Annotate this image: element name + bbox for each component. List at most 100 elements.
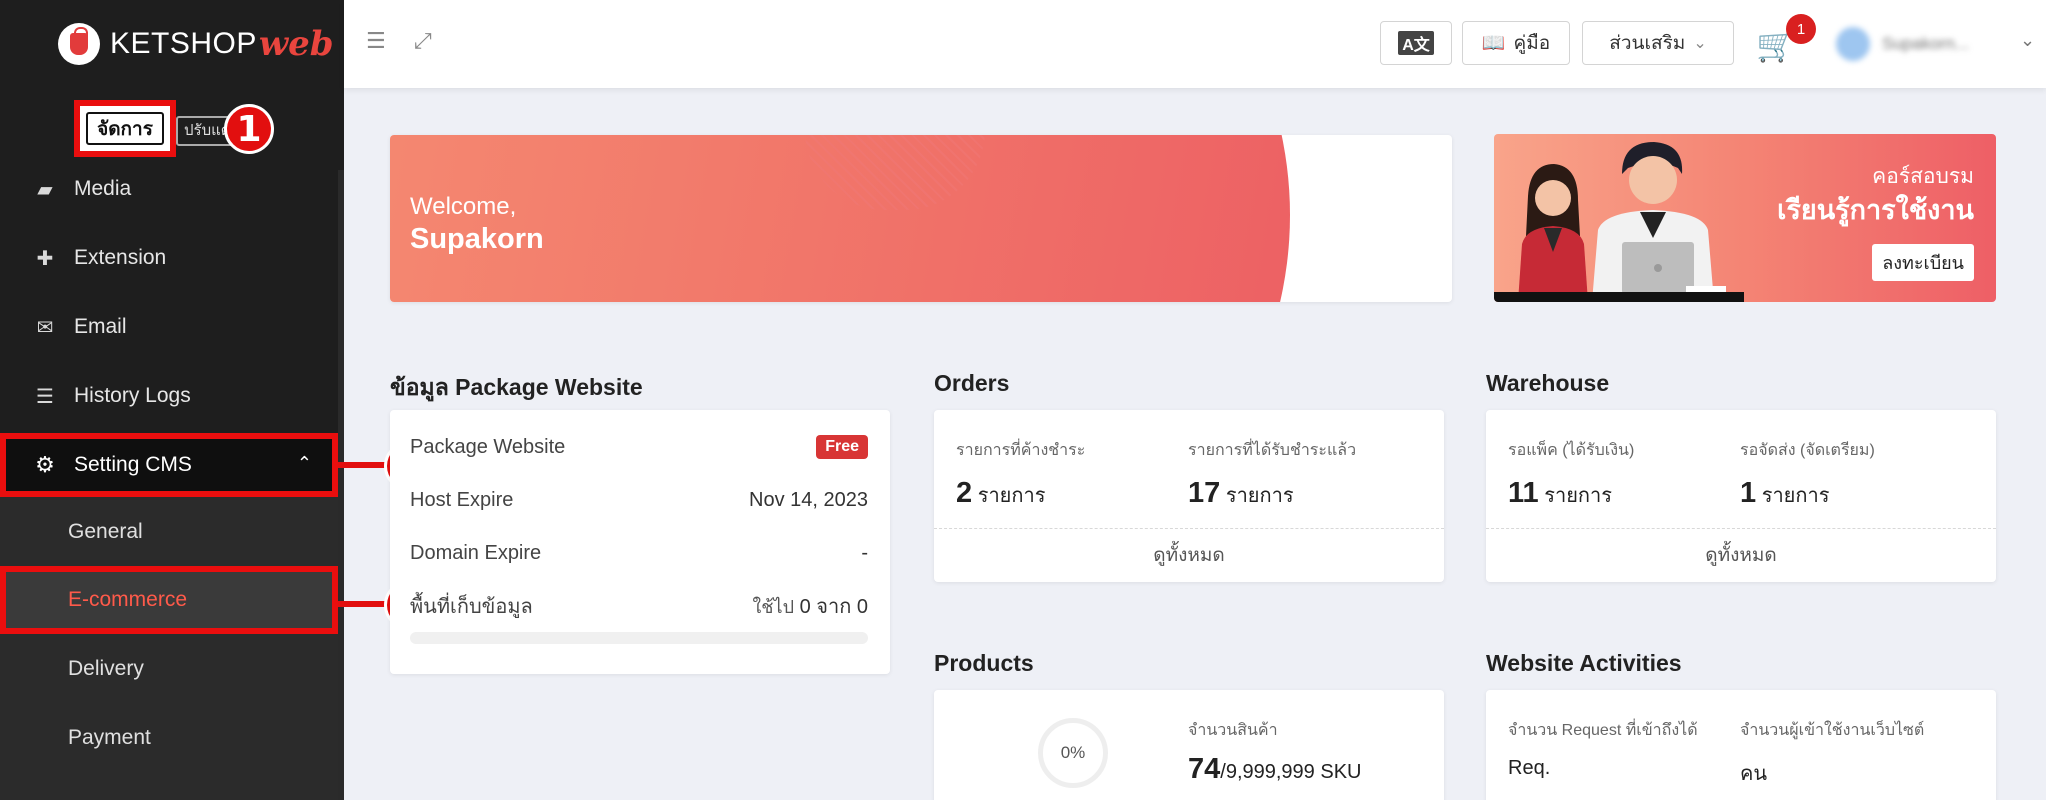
- welcome-banner: Welcome, Supakorn: [390, 135, 1452, 302]
- products-count-total: /9,999,999 SKU: [1220, 761, 1362, 783]
- sidebar-item-media[interactable]: ▰ Media: [0, 155, 344, 223]
- desk-base: [1494, 292, 1744, 302]
- storage-used: 0: [799, 596, 811, 618]
- host-expire-value: Nov 14, 2023: [749, 488, 868, 511]
- package-card: Package Website Free Host Expire Nov 14,…: [390, 410, 890, 674]
- products-usage-ring: 0%: [1038, 718, 1108, 788]
- warehouse-ship-unit: รายการ: [1761, 485, 1830, 507]
- orders-paid-value: 17 รายการ: [1188, 477, 1408, 511]
- register-button[interactable]: ลงทะเบียน: [1872, 244, 1974, 281]
- warehouse-ship-label: รอจัดส่ง (จัดเตรียม): [1740, 442, 1875, 459]
- storage-progress-bar: [410, 632, 868, 644]
- addons-label: ส่วนเสริม: [1609, 33, 1686, 54]
- products-section-title: Products: [934, 650, 1034, 676]
- sidebar-item-label: Email: [74, 315, 127, 338]
- callout-2-line: [338, 462, 388, 468]
- sidebar-subitem-ecommerce[interactable]: E-commerce: [0, 566, 338, 634]
- sidebar-subitem-general[interactable]: General: [0, 498, 344, 566]
- sidebar-item-extension[interactable]: ✚ Extension: [0, 224, 344, 292]
- warehouse-pack-unit: รายการ: [1544, 485, 1613, 507]
- gear-icon: ⚙: [35, 452, 55, 477]
- course-banner[interactable]: คอร์สอบรม เรียนรู้การใช้งาน ลงทะเบียน: [1494, 134, 1996, 302]
- book-icon: 📖: [1481, 33, 1506, 54]
- sidebar-subitem-label: Delivery: [68, 657, 144, 680]
- sidebar-subitem-delivery[interactable]: Delivery: [0, 635, 344, 703]
- addons-dropdown[interactable]: ส่วนเสริม ⌄: [1582, 21, 1734, 65]
- orders-pending-value: 2 รายการ: [956, 477, 1176, 511]
- sidebar-item-history-logs[interactable]: ☰ History Logs: [0, 362, 344, 430]
- sidebar-scrollbar[interactable]: [338, 170, 344, 800]
- package-row: Package Website Free: [410, 432, 868, 462]
- warehouse-see-all-link[interactable]: ดูทั้งหมด: [1486, 540, 1996, 570]
- shop-bag-icon: [58, 23, 100, 65]
- warehouse-ship-value: 1 รายการ: [1740, 477, 1960, 511]
- course-title-line2: เรียนรู้การใช้งาน: [1777, 195, 1974, 225]
- chevron-up-icon: ⌃: [296, 453, 312, 473]
- domain-expire-row: Domain Expire -: [410, 538, 868, 568]
- welcome-name: Supakorn: [410, 223, 544, 255]
- host-expire-row: Host Expire Nov 14, 2023: [410, 485, 868, 515]
- orders-see-all-link[interactable]: ดูทั้งหมด: [934, 540, 1444, 570]
- user-chevron-down-icon[interactable]: ⌄: [2020, 30, 2035, 51]
- activities-request-stat: จำนวน Request ที่เข้าถึงได้ Req.: [1508, 718, 1748, 780]
- warehouse-ship-count: 1: [1740, 477, 1757, 509]
- guide-button[interactable]: 📖 คู่มือ: [1462, 21, 1570, 65]
- products-card: 0% จำนวนสินค้า 74/9,999,999 SKU: [934, 690, 1444, 800]
- warehouse-pack-label: รอแพ็ค (ได้รับเงิน): [1508, 442, 1635, 459]
- fullscreen-icon[interactable]: ⤢: [414, 28, 432, 54]
- warehouse-section-title: Warehouse: [1486, 370, 1610, 396]
- warehouse-pack-stat: รอแพ็ค (ได้รับเงิน) 11 รายการ: [1508, 438, 1728, 511]
- warehouse-pack-value: 11 รายการ: [1508, 477, 1728, 511]
- orders-pending-label: รายการที่ค้างชำระ: [956, 442, 1086, 459]
- man-illustration: [1592, 142, 1726, 302]
- package-plan-badge: Free: [816, 435, 868, 459]
- sidebar: KETSHOP web จัดการ ปรับแต่ง ▰ Media ✚ Ex…: [0, 0, 344, 800]
- activities-visitor-unit: คน: [1740, 763, 1768, 785]
- orders-paid-label: รายการที่ได้รับชำระแล้ว: [1188, 442, 1357, 459]
- activities-request-label: จำนวน Request ที่เข้าถึงได้: [1508, 722, 1698, 739]
- products-count-stat: จำนวนสินค้า 74/9,999,999 SKU: [1188, 718, 1428, 786]
- orders-paid-unit: รายการ: [1225, 485, 1294, 507]
- storage-label: พื้นที่เก็บข้อมูล: [410, 596, 533, 618]
- callout-1: 1: [224, 104, 274, 154]
- sidebar-item-setting-cms[interactable]: ⚙ Setting CMS ⌃: [0, 433, 338, 497]
- orders-pending-stat: รายการที่ค้างชำระ 2 รายการ: [956, 438, 1176, 511]
- collapse-menu-icon[interactable]: ☰: [366, 28, 386, 54]
- orders-card: รายการที่ค้างชำระ 2 รายการ รายการที่ได้ร…: [934, 410, 1444, 582]
- orders-paid-count: 17: [1188, 477, 1221, 509]
- activities-request-unit: Req.: [1508, 757, 1551, 779]
- package-section-title: ข้อมูล Package Website: [390, 374, 643, 400]
- sidebar-subitem-label: E-commerce: [68, 588, 188, 611]
- folder-icon: ▰: [37, 178, 53, 201]
- storage-total: 0: [856, 596, 868, 618]
- list-icon: ☰: [36, 385, 54, 408]
- chevron-down-icon: ⌄: [1693, 35, 1707, 52]
- storage-value: ใช้ไป 0 จาก 0: [753, 590, 868, 622]
- products-usage-percent: 0%: [1060, 743, 1086, 762]
- manage-button[interactable]: จัดการ: [86, 112, 164, 145]
- puzzle-icon: ✚: [36, 247, 54, 270]
- sidebar-subitem-label: General: [68, 520, 143, 543]
- translate-button[interactable]: A文: [1380, 21, 1452, 65]
- user-menu[interactable]: Supakorn...: [1836, 26, 2012, 62]
- package-row-label: Package Website: [410, 435, 566, 458]
- sidebar-item-label: Extension: [74, 246, 167, 269]
- sidebar-subitem-payment[interactable]: Payment: [0, 704, 344, 772]
- products-count-value: 74/9,999,999 SKU: [1188, 753, 1428, 786]
- storage-row: พื้นที่เก็บข้อมูล ใช้ไป 0 จาก 0: [410, 591, 868, 621]
- warehouse-divider: [1486, 528, 1996, 529]
- logo[interactable]: KETSHOP web: [58, 22, 334, 66]
- orders-section-title: Orders: [934, 370, 1010, 396]
- warehouse-ship-stat: รอจัดส่ง (จัดเตรียม) 1 รายการ: [1740, 438, 1960, 511]
- storage-prefix: ใช้ไป: [752, 597, 794, 617]
- sidebar-item-email[interactable]: ✉ Email: [0, 293, 344, 361]
- activities-section-title: Website Activities: [1486, 650, 1682, 676]
- orders-divider: [934, 528, 1444, 529]
- products-count-label: จำนวนสินค้า: [1188, 722, 1278, 739]
- warehouse-card: รอแพ็ค (ได้รับเงิน) 11 รายการ รอจัดส่ง (…: [1486, 410, 1996, 582]
- activities-visitor-stat: จำนวนผู้เข้าใช้งานเว็บไซต์ คน: [1740, 718, 1980, 789]
- translate-icon: A文: [1398, 31, 1434, 55]
- domain-expire-label: Domain Expire: [410, 541, 542, 564]
- manage-highlight: จัดการ: [74, 100, 176, 157]
- sidebar-subitem-label: Payment: [68, 726, 151, 749]
